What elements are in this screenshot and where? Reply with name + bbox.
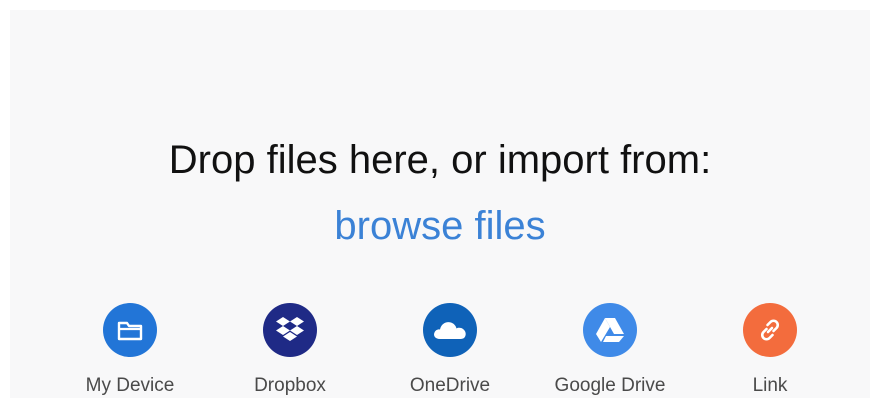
link-icon — [743, 303, 797, 357]
provider-label: OneDrive — [409, 375, 491, 396]
provider-label: Google Drive — [554, 375, 666, 396]
provider-label: Link — [752, 375, 788, 396]
provider-my-device[interactable]: My Device — [60, 300, 200, 398]
dropzone-headline: Drop files here, or import from: — [168, 138, 712, 182]
dropbox-icon — [263, 303, 317, 357]
folder-icon — [103, 303, 157, 357]
provider-label: My Device — [85, 375, 175, 396]
provider-dropbox[interactable]: Dropbox — [220, 300, 360, 398]
provider-google-drive[interactable]: Google Drive — [540, 300, 680, 398]
upload-dropzone[interactable]: Drop files here, or import from: browse … — [10, 10, 870, 398]
provider-label: Dropbox — [254, 375, 326, 396]
cloud-icon — [423, 303, 477, 357]
google-drive-icon — [583, 303, 637, 357]
import-providers: My Device Dropbox OneDrive Google Drive … — [10, 300, 870, 398]
browse-files-link[interactable]: browse files — [10, 200, 870, 252]
provider-link[interactable]: Link — [700, 300, 840, 398]
provider-onedrive[interactable]: OneDrive — [380, 300, 520, 398]
